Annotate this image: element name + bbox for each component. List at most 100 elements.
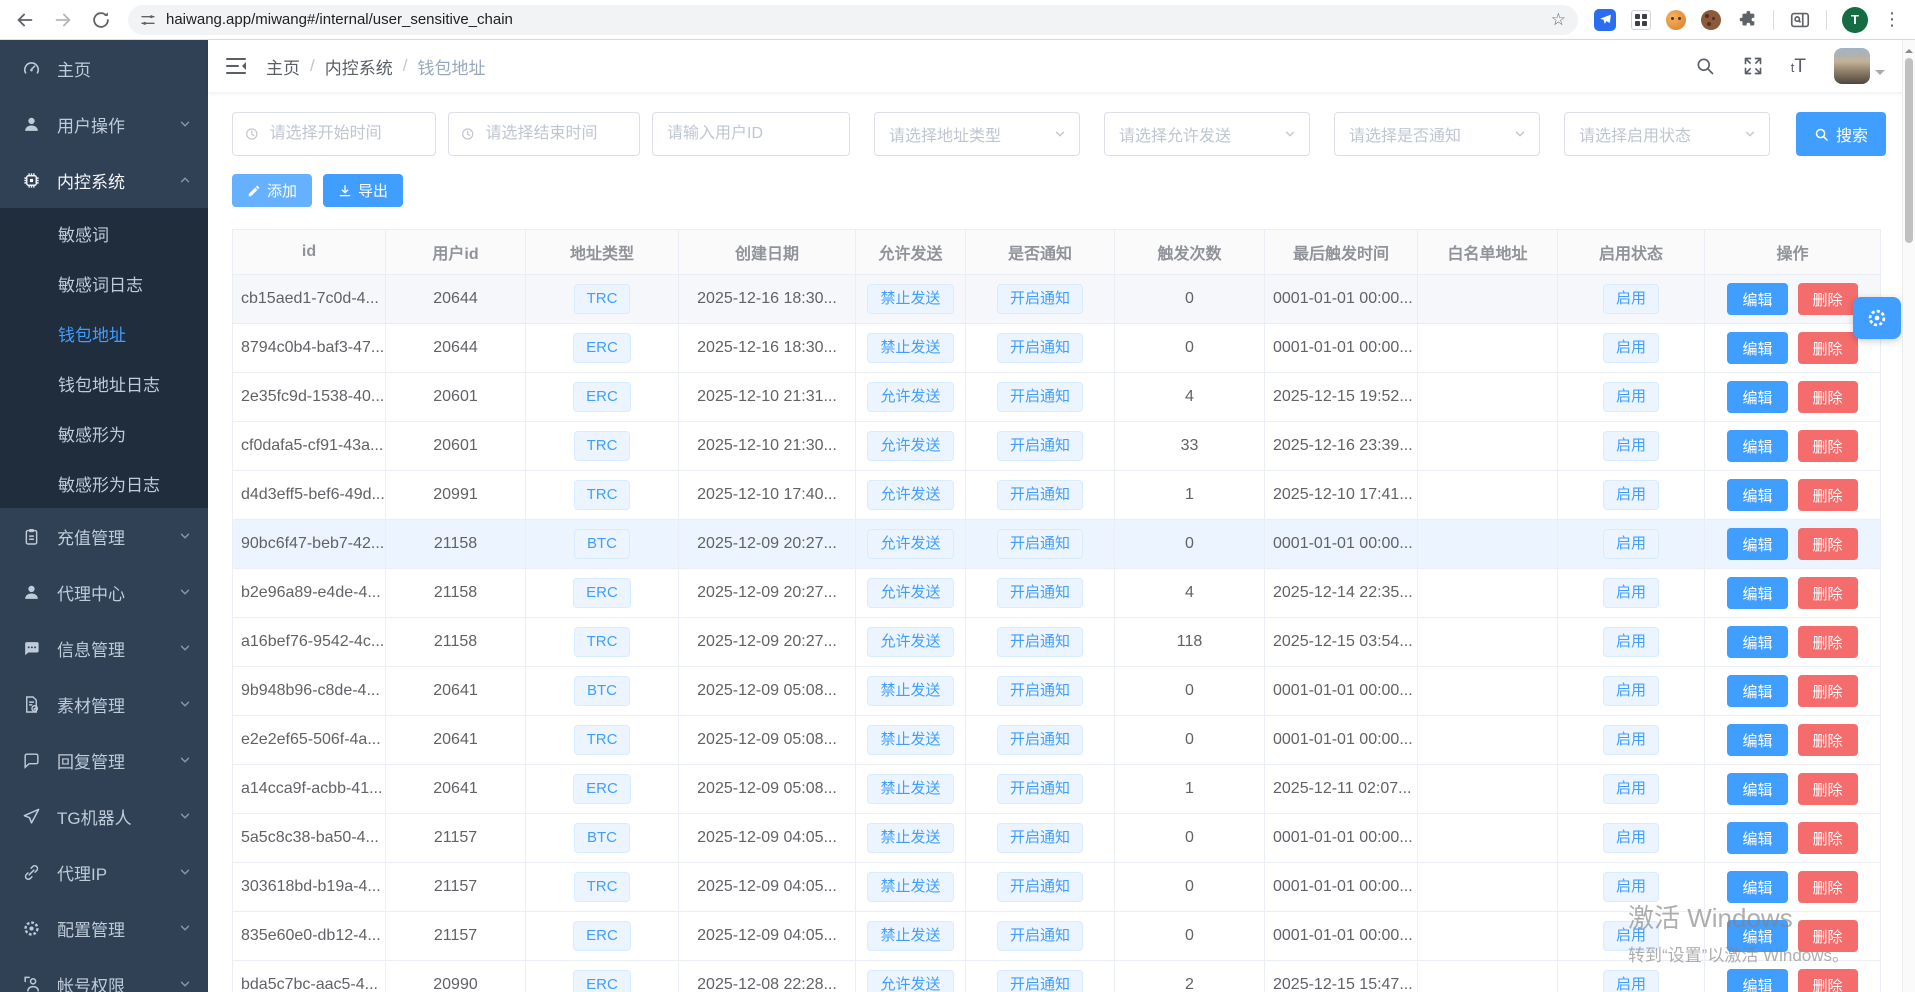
delete-button[interactable]: 删除 xyxy=(1798,724,1858,756)
table-row[interactable]: 90bc6f47-beb7-42... 21158 BTC 2025-12-09… xyxy=(233,520,1881,569)
sidebar-item-internal-control[interactable]: 内控系统 xyxy=(0,152,208,208)
font-size-icon[interactable]: tT xyxy=(1791,57,1806,76)
back-icon[interactable] xyxy=(14,9,36,31)
site-settings-icon[interactable] xyxy=(140,12,156,28)
delete-button[interactable]: 删除 xyxy=(1798,430,1858,462)
status-tag[interactable]: 启用 xyxy=(1603,333,1659,363)
notify-tag[interactable]: 开启通知 xyxy=(997,921,1083,951)
vertical-scrollbar[interactable] xyxy=(1902,40,1915,992)
forward-icon[interactable] xyxy=(52,9,74,31)
emoji-extension-icon[interactable] xyxy=(1666,10,1686,30)
notify-tag[interactable]: 开启通知 xyxy=(997,774,1083,804)
table-row[interactable]: 9b948b96-c8de-4... 20641 BTC 2025-12-09 … xyxy=(233,667,1881,716)
send-permission-tag[interactable]: 禁止发送 xyxy=(867,774,953,804)
status-tag[interactable]: 启用 xyxy=(1603,676,1659,706)
sidebar-item-reply-mgmt[interactable]: 回复管理 xyxy=(0,732,208,788)
url-text[interactable]: haiwang.app/miwang#/internal/user_sensit… xyxy=(166,11,513,28)
status-tag[interactable]: 启用 xyxy=(1603,627,1659,657)
notify-tag[interactable]: 开启通知 xyxy=(997,725,1083,755)
sidebar-item-proxy-ip[interactable]: 代理IP xyxy=(0,844,208,900)
edit-button[interactable]: 编辑 xyxy=(1727,822,1787,854)
table-row[interactable]: 303618bd-b19a-4... 21157 TRC 2025-12-09 … xyxy=(233,863,1881,912)
notify-tag[interactable]: 开启通知 xyxy=(997,529,1083,559)
bookmark-star-icon[interactable]: ☆ xyxy=(1551,11,1566,28)
sidebar-subitem-wallet-address[interactable]: 钱包地址 xyxy=(0,308,208,358)
send-permission-tag[interactable]: 允许发送 xyxy=(867,578,953,608)
cookie-extension-icon[interactable] xyxy=(1701,10,1721,30)
sidebar-item-config-mgmt[interactable]: 配置管理 xyxy=(0,900,208,956)
status-tag[interactable]: 启用 xyxy=(1603,725,1659,755)
table-row[interactable]: e2e2ef65-506f-4a... 20641 TRC 2025-12-09… xyxy=(233,716,1881,765)
edit-button[interactable]: 编辑 xyxy=(1727,528,1787,560)
delete-button[interactable]: 删除 xyxy=(1798,332,1858,364)
delete-button[interactable]: 删除 xyxy=(1798,626,1858,658)
delete-button[interactable]: 删除 xyxy=(1798,381,1858,413)
sidebar-item-recharge[interactable]: 充值管理 xyxy=(0,508,208,564)
sidebar-subitem-sensitive-words[interactable]: 敏感词 xyxy=(0,208,208,258)
sidebar-item-material-mgmt[interactable]: 素材管理 xyxy=(0,676,208,732)
breadcrumb-home[interactable]: 主页 xyxy=(266,54,300,79)
notify-tag[interactable]: 开启通知 xyxy=(997,333,1083,363)
edit-button[interactable]: 编辑 xyxy=(1727,479,1787,511)
send-permission-tag[interactable]: 禁止发送 xyxy=(867,333,953,363)
table-row[interactable]: d4d3eff5-bef6-49d... 20991 TRC 2025-12-1… xyxy=(233,471,1881,520)
notify-tag[interactable]: 开启通知 xyxy=(997,823,1083,853)
status-tag[interactable]: 启用 xyxy=(1603,284,1659,314)
table-row[interactable]: 2e35fc9d-1538-40... 20601 ERC 2025-12-10… xyxy=(233,373,1881,422)
qr-extension-icon[interactable] xyxy=(1631,10,1651,30)
edit-button[interactable]: 编辑 xyxy=(1727,381,1787,413)
edit-button[interactable]: 编辑 xyxy=(1727,724,1787,756)
delete-button[interactable]: 删除 xyxy=(1798,479,1858,511)
send-permission-tag[interactable]: 允许发送 xyxy=(867,529,953,559)
browser-menu-icon[interactable]: ⋮ xyxy=(1883,11,1901,29)
sidebar-subitem-sensitive-behavior-logs[interactable]: 敏感形为日志 xyxy=(0,458,208,508)
sidebar-subitem-sensitive-behavior[interactable]: 敏感形为 xyxy=(0,408,208,458)
notify-tag[interactable]: 开启通知 xyxy=(997,872,1083,902)
sidebar-subitem-wallet-address-logs[interactable]: 钱包地址日志 xyxy=(0,358,208,408)
status-tag[interactable]: 启用 xyxy=(1603,382,1659,412)
send-permission-tag[interactable]: 禁止发送 xyxy=(867,725,953,755)
breadcrumb-internal-control[interactable]: 内控系统 xyxy=(325,54,393,79)
sidebar-collapse-icon[interactable] xyxy=(226,58,246,74)
table-row[interactable]: 5a5c8c38-ba50-4... 21157 BTC 2025-12-09 … xyxy=(233,814,1881,863)
edit-button[interactable]: 编辑 xyxy=(1727,773,1787,805)
sidebar-item-agent-center[interactable]: 代理中心 xyxy=(0,564,208,620)
avatar[interactable] xyxy=(1834,48,1870,84)
edit-button[interactable]: 编辑 xyxy=(1727,969,1787,992)
table-row[interactable]: 8794c0b4-baf3-47... 20644 ERC 2025-12-16… xyxy=(233,324,1881,373)
status-tag[interactable]: 启用 xyxy=(1603,970,1659,992)
edit-button[interactable]: 编辑 xyxy=(1727,675,1787,707)
send-permission-tag[interactable]: 禁止发送 xyxy=(867,872,953,902)
notify-tag[interactable]: 开启通知 xyxy=(997,480,1083,510)
edit-button[interactable]: 编辑 xyxy=(1727,871,1787,903)
delete-button[interactable]: 删除 xyxy=(1798,822,1858,854)
end-time-input[interactable] xyxy=(483,124,627,144)
edit-button[interactable]: 编辑 xyxy=(1727,283,1787,315)
scrollbar-thumb[interactable] xyxy=(1905,58,1913,243)
table-row[interactable]: b2e96a89-e4de-4... 21158 ERC 2025-12-09 … xyxy=(233,569,1881,618)
scrollbar-up-arrow[interactable] xyxy=(1905,45,1913,53)
notify-tag[interactable]: 开启通知 xyxy=(997,676,1083,706)
status-tag[interactable]: 启用 xyxy=(1603,921,1659,951)
sidebar-item-user-ops[interactable]: 用户操作 xyxy=(0,96,208,152)
start-time-input[interactable] xyxy=(268,124,423,144)
status-tag[interactable]: 启用 xyxy=(1603,480,1659,510)
notify-tag[interactable]: 开启通知 xyxy=(997,382,1083,412)
delete-button[interactable]: 删除 xyxy=(1798,528,1858,560)
table-row[interactable]: a14cca9f-acbb-41... 20641 ERC 2025-12-09… xyxy=(233,765,1881,814)
send-permission-tag[interactable]: 禁止发送 xyxy=(867,921,953,951)
export-button[interactable]: 导出 xyxy=(323,174,403,207)
delete-button[interactable]: 删除 xyxy=(1798,577,1858,609)
notify-tag[interactable]: 开启通知 xyxy=(997,578,1083,608)
status-tag[interactable]: 启用 xyxy=(1603,872,1659,902)
send-permission-tag[interactable]: 禁止发送 xyxy=(867,823,953,853)
delete-button[interactable]: 删除 xyxy=(1798,675,1858,707)
url-bar[interactable]: haiwang.app/miwang#/internal/user_sensit… xyxy=(128,5,1578,35)
status-tag[interactable]: 启用 xyxy=(1603,578,1659,608)
send-permission-tag[interactable]: 允许发送 xyxy=(867,627,953,657)
extensions-puzzle-icon[interactable] xyxy=(1736,9,1758,31)
table-row[interactable]: cf0dafa5-cf91-43a... 20601 TRC 2025-12-1… xyxy=(233,422,1881,471)
edit-button[interactable]: 编辑 xyxy=(1727,577,1787,609)
telegram-extension-icon[interactable] xyxy=(1594,9,1616,31)
sidebar-item-message-mgmt[interactable]: 信息管理 xyxy=(0,620,208,676)
